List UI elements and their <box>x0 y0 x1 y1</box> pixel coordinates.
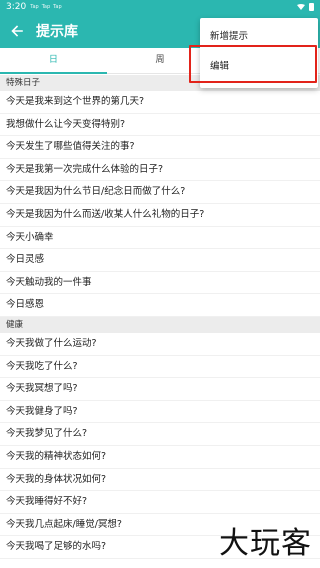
list-item[interactable]: 今天是我因为什么而送/收某人什么礼物的日子? <box>0 204 320 227</box>
list-item[interactable]: 今日灵感 <box>0 249 320 272</box>
list-item[interactable]: 我想做什么让今天变得特别? <box>0 114 320 137</box>
arrow-left-icon <box>11 25 23 37</box>
list-item[interactable]: 今天我吃了什么? <box>0 356 320 379</box>
section-header: 健康 <box>0 316 320 333</box>
list-item[interactable]: 今天我梦见了什么? <box>0 423 320 446</box>
list-item[interactable]: 今天我做了什么运动? <box>0 333 320 356</box>
wifi-icon <box>297 4 305 10</box>
list-item[interactable]: 今日感恩 <box>0 294 320 317</box>
highlight-box <box>189 45 317 83</box>
list-item[interactable]: 今天小确幸 <box>0 227 320 250</box>
back-button[interactable] <box>0 14 34 48</box>
watermark: 大玩客 <box>219 526 312 561</box>
list-item[interactable]: 今天是我第一次完成什么体验的日子? <box>0 159 320 182</box>
list-item[interactable]: 今天我健身了吗? <box>0 401 320 424</box>
list-item[interactable]: 今天触动我的一件事 <box>0 272 320 295</box>
notification-icon: Tap <box>41 4 51 10</box>
list-item[interactable]: 今天我冥想了吗? <box>0 378 320 401</box>
tab-day[interactable]: 日 <box>0 48 107 74</box>
list-item[interactable]: 今天是我因为什么节日/纪念日而做了什么? <box>0 181 320 204</box>
list-item[interactable]: 今天我的身体状况如何? <box>0 469 320 492</box>
notification-icon: Tap <box>30 4 39 10</box>
status-bar: 3:20 Tap Tap Tap <box>0 0 320 14</box>
status-time: 3:20 <box>6 2 27 12</box>
page-title: 提示库 <box>36 24 78 40</box>
list-item[interactable]: 今天我睡得好不好? <box>0 491 320 514</box>
list-item[interactable]: 今天是我来到这个世界的第几天? <box>0 91 320 114</box>
prompt-list: 特殊日子 今天是我来到这个世界的第几天? 我想做什么让今天变得特别? 今天发生了… <box>0 75 320 559</box>
list-item[interactable]: 今天发生了哪些值得关注的事? <box>0 136 320 159</box>
notification-icon: Tap <box>53 4 62 10</box>
battery-icon <box>309 3 314 11</box>
list-item[interactable]: 今天我的精神状态如何? <box>0 446 320 469</box>
